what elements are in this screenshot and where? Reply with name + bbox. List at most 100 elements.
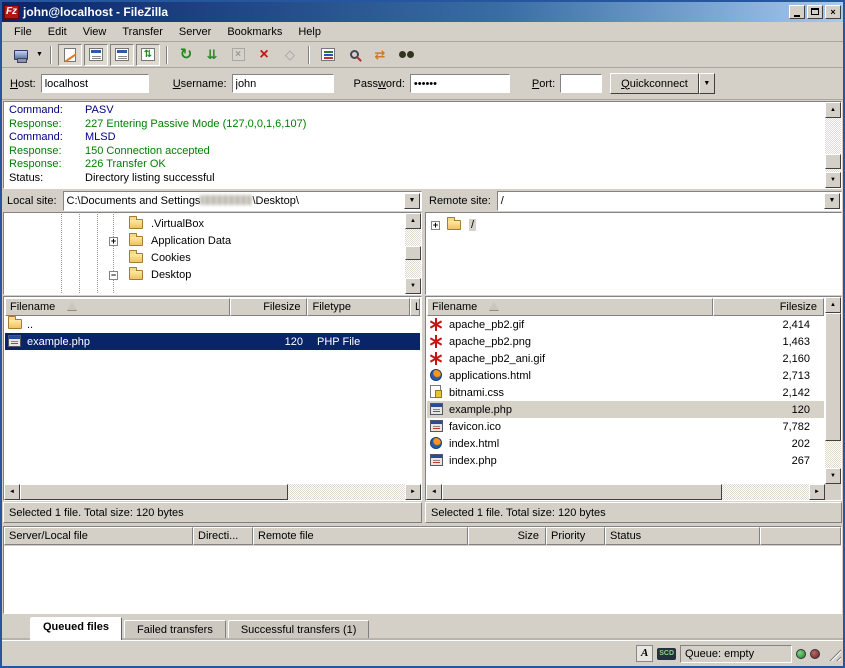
menu-bookmarks[interactable]: Bookmarks	[219, 24, 290, 40]
menu-server[interactable]: Server	[171, 24, 219, 40]
scroll-corner	[825, 484, 841, 500]
site-manager-dropdown-icon[interactable]: ▼	[34, 44, 45, 66]
quickconnect-button[interactable]: Quickconnect	[610, 73, 699, 94]
column-header-filesize[interactable]: Filesize	[713, 298, 824, 316]
toolbar-separator	[308, 46, 310, 64]
file-row[interactable]: index.php267	[427, 452, 824, 469]
file-row[interactable]: example.php120PHP File1	[5, 333, 420, 350]
file-row[interactable]: apache_pb2.gif2,414	[427, 316, 824, 333]
queue-column-status[interactable]: Status	[605, 527, 760, 545]
scroll-up-icon[interactable]: ▲	[825, 102, 841, 118]
file-name-cell: example.php	[429, 401, 713, 418]
menu-bar: FileEditViewTransferServerBookmarksHelp	[2, 22, 843, 42]
scroll-up-icon[interactable]: ▲	[405, 213, 421, 229]
file-row[interactable]: apache_pb2.png1,463	[427, 333, 824, 350]
column-header-filename[interactable]: Filename	[427, 298, 713, 316]
column-header-filesize[interactable]: Filesize	[230, 298, 308, 316]
column-header-l[interactable]: L	[410, 298, 420, 316]
site-manager-icon[interactable]	[9, 44, 33, 66]
log-scrollbar[interactable]: ▲ ▼	[825, 102, 841, 188]
scroll-thumb[interactable]	[405, 246, 421, 260]
compare-icon[interactable]	[342, 44, 366, 66]
tree-item[interactable]: .VirtualBox	[5, 216, 404, 233]
tab-successful-transfers-[interactable]: Successful transfers (1)	[228, 620, 370, 640]
remote-vscrollbar[interactable]: ▲ ▼	[825, 297, 841, 484]
local-hscrollbar[interactable]: ◄ ►	[4, 484, 421, 500]
tab-failed-transfers[interactable]: Failed transfers	[124, 620, 226, 640]
local-file-list: FilenameFilesizeFiletypeL ..example.php1…	[3, 296, 422, 501]
scroll-down-icon[interactable]: ▼	[825, 468, 841, 484]
column-header-filetype[interactable]: Filetype	[307, 298, 410, 316]
password-input[interactable]	[410, 74, 510, 93]
minimize-button[interactable]	[789, 5, 805, 19]
queue-column-serverlocalfile[interactable]: Server/Local file	[4, 527, 193, 545]
tree-item[interactable]: +/	[427, 217, 840, 234]
refresh-icon[interactable]: ↻	[174, 44, 198, 66]
column-header-filename[interactable]: Filename	[5, 298, 230, 316]
remote-site-combo[interactable]: / ▼	[497, 191, 842, 211]
queue-column-directi[interactable]: Directi...	[193, 527, 253, 545]
scroll-right-icon[interactable]: ►	[405, 484, 421, 500]
file-row[interactable]: applications.html2,713	[427, 367, 824, 384]
tree-expander-icon[interactable]: +	[109, 237, 118, 246]
local-site-combo[interactable]: C:\Documents and Settings\Desktop\ ▼	[63, 191, 422, 211]
scroll-down-icon[interactable]: ▼	[825, 172, 841, 188]
maximize-button[interactable]	[807, 5, 823, 19]
toggle-log-icon[interactable]	[58, 44, 82, 66]
scroll-left-icon[interactable]: ◄	[426, 484, 442, 500]
toggle-queue-icon[interactable]: ⇅	[136, 44, 160, 66]
find-icon[interactable]	[394, 44, 418, 66]
disconnect-icon[interactable]: ×	[252, 44, 276, 66]
sync-browse-icon[interactable]: ⇄	[368, 44, 392, 66]
file-row[interactable]: example.php120	[427, 401, 824, 418]
menu-view[interactable]: View	[75, 24, 115, 40]
file-size-cell: 267	[713, 453, 818, 470]
process-queue-icon[interactable]: ⇊	[200, 44, 224, 66]
remote-hscrollbar[interactable]: ◄ ►	[426, 484, 825, 500]
local-site-dropdown[interactable]: ▼	[404, 193, 420, 209]
file-row[interactable]: favicon.ico7,782	[427, 418, 824, 435]
toggle-remote-tree-icon[interactable]	[110, 44, 134, 66]
pane-divider[interactable]	[422, 190, 425, 524]
scroll-thumb[interactable]	[825, 154, 841, 169]
menu-transfer[interactable]: Transfer	[114, 24, 171, 40]
file-row[interactable]: apache_pb2_ani.gif2,160	[427, 350, 824, 367]
scroll-up-icon[interactable]: ▲	[825, 297, 841, 313]
scroll-thumb[interactable]	[20, 484, 288, 500]
file-row[interactable]: index.html202	[427, 435, 824, 452]
scroll-thumb[interactable]	[825, 313, 841, 441]
port-input[interactable]	[560, 74, 602, 93]
remote-site-dropdown[interactable]: ▼	[824, 193, 840, 209]
close-button[interactable]: ×	[825, 5, 841, 19]
file-row[interactable]: ..	[5, 316, 420, 333]
cancel-icon[interactable]: ×	[226, 44, 250, 66]
resize-grip[interactable]	[826, 646, 841, 661]
queue-column-size[interactable]: Size	[468, 527, 546, 545]
remote-list-body: apache_pb2.gif2,414apache_pb2.png1,463ap…	[427, 316, 824, 483]
tree-expander-icon[interactable]: +	[431, 221, 440, 230]
tree-item[interactable]: +Application Data	[5, 233, 404, 250]
local-tree-scrollbar[interactable]: ▲ ▼	[405, 213, 421, 294]
tree-expander-icon[interactable]: −	[109, 271, 118, 280]
host-input[interactable]	[41, 74, 149, 93]
scroll-right-icon[interactable]: ►	[809, 484, 825, 500]
menu-help[interactable]: Help	[290, 24, 329, 40]
menu-edit[interactable]: Edit	[40, 24, 75, 40]
filter-icon[interactable]	[316, 44, 340, 66]
queue-column-priority[interactable]: Priority	[546, 527, 605, 545]
host-label: Host:	[10, 78, 36, 90]
toggle-local-tree-icon[interactable]	[84, 44, 108, 66]
menu-file[interactable]: File	[6, 24, 40, 40]
tab-queued-files[interactable]: Queued files	[30, 617, 122, 640]
reconnect-icon[interactable]: ◇	[278, 44, 302, 66]
tree-item[interactable]: −Desktop	[5, 267, 404, 284]
queue-column-remotefile[interactable]: Remote file	[253, 527, 468, 545]
tree-item[interactable]: Cookies	[5, 250, 404, 267]
scroll-left-icon[interactable]: ◄	[4, 484, 20, 500]
quickconnect-dropdown[interactable]: ▼	[699, 73, 715, 94]
scroll-thumb[interactable]	[442, 484, 722, 500]
username-input[interactable]	[232, 74, 334, 93]
scroll-down-icon[interactable]: ▼	[405, 278, 421, 294]
local-site-bar: Local site: C:\Documents and Settings\De…	[3, 190, 422, 212]
file-row[interactable]: bitnami.css2,142	[427, 384, 824, 401]
